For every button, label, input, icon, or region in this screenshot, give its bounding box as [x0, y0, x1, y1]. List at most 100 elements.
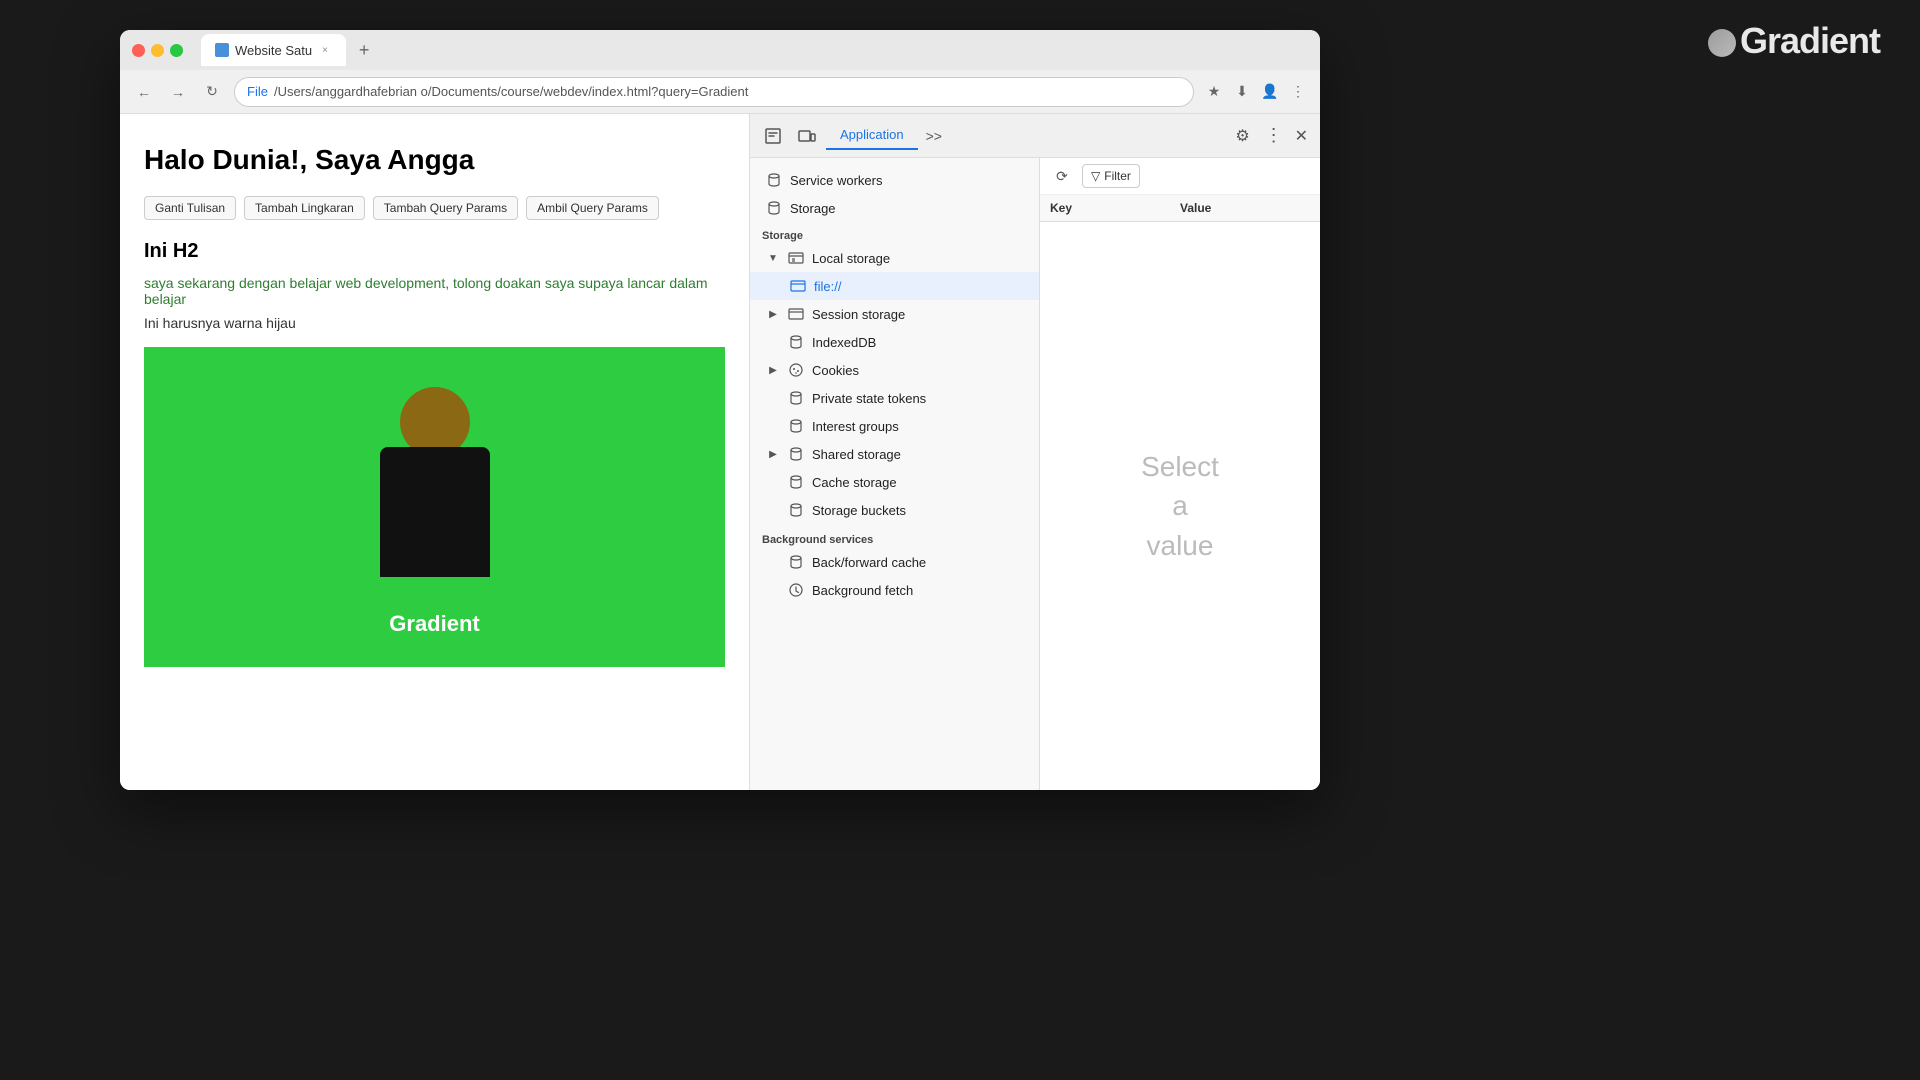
storage-buckets-label: Storage buckets	[812, 503, 906, 518]
new-tab-button[interactable]: +	[350, 36, 378, 64]
sidebar-item-session-storage[interactable]: Session storage	[750, 300, 1039, 328]
storage-buckets-icon	[788, 502, 804, 518]
filter-label: Filter	[1104, 169, 1131, 183]
green-box-gradient-text: Gradient	[389, 611, 479, 637]
sidebar-item-storage-buckets[interactable]: Storage buckets	[750, 496, 1039, 524]
page-black-text: Ini harusnya warna hijau	[144, 315, 725, 331]
sidebar-item-private-state-tokens[interactable]: Private state tokens	[750, 384, 1039, 412]
sidebar-item-local-storage-file[interactable]: file://	[750, 272, 1039, 300]
cookies-expand-arrow[interactable]	[766, 363, 780, 377]
background-fetch-label: Background fetch	[812, 583, 913, 598]
close-traffic-light[interactable]	[132, 44, 145, 57]
storage-top-label: Storage	[790, 201, 836, 216]
traffic-lights	[132, 44, 183, 57]
devtools-panel: Application >> ⚙ ⋮ ✕ Service workers	[750, 114, 1320, 790]
download-icon[interactable]: ⬇	[1232, 82, 1252, 102]
ganti-tulisan-button[interactable]: Ganti Tulisan	[144, 196, 236, 220]
column-key-header: Key	[1050, 201, 1180, 215]
local-storage-file-icon	[790, 278, 806, 294]
devtools-more-tabs-icon[interactable]: >>	[922, 124, 946, 148]
interest-groups-icon	[788, 418, 804, 434]
profile-icon[interactable]: 👤	[1260, 82, 1280, 102]
address-actions: ★ ⬇ 👤 ⋮	[1204, 82, 1308, 102]
indexeddb-icon	[788, 334, 804, 350]
tab-close-button[interactable]: ×	[318, 43, 332, 57]
devtools-responsive-icon[interactable]	[792, 121, 822, 151]
cookies-icon	[788, 362, 804, 378]
sidebar-item-background-fetch[interactable]: Background fetch	[750, 576, 1039, 604]
forward-button[interactable]: →	[166, 80, 190, 104]
bg-services-section-header: Background services	[750, 524, 1039, 548]
tab-title: Website Satu	[235, 43, 312, 58]
sidebar-item-cookies[interactable]: Cookies	[750, 356, 1039, 384]
shared-storage-icon	[788, 446, 804, 462]
url-protocol: File	[247, 84, 268, 99]
devtools-empty-state: Selectavalue	[1040, 222, 1320, 790]
page-h2: Ini H2	[144, 240, 725, 263]
filter-icon: ▽	[1091, 169, 1100, 183]
maximize-traffic-light[interactable]	[170, 44, 183, 57]
bookmark-icon[interactable]: ★	[1204, 82, 1224, 102]
devtools-filter-bar: ⟳ ▽ Filter	[1040, 158, 1320, 195]
sidebar-item-cache-storage[interactable]: Cache storage	[750, 468, 1039, 496]
devtools-header: Application >> ⚙ ⋮ ✕	[750, 114, 1320, 158]
url-path: /Users/anggardhafebrian o/Documents/cour…	[274, 84, 748, 99]
sidebar-item-back-forward-cache[interactable]: Back/forward cache	[750, 548, 1039, 576]
session-storage-expand-arrow[interactable]	[766, 307, 780, 321]
devtools-refresh-button[interactable]: ⟳	[1050, 164, 1074, 188]
menu-icon[interactable]: ⋮	[1288, 82, 1308, 102]
devtools-filter-button[interactable]: ▽ Filter	[1082, 164, 1140, 188]
devtools-sidebar: Service workers Storage Storage	[750, 158, 1040, 790]
tambah-query-params-button[interactable]: Tambah Query Params	[373, 196, 518, 220]
cache-storage-label: Cache storage	[812, 475, 897, 490]
person-body	[380, 447, 490, 577]
cache-storage-icon	[788, 474, 804, 490]
storage-top-icon	[766, 200, 782, 216]
session-storage-icon	[788, 306, 804, 322]
indexeddb-label: IndexedDB	[812, 335, 876, 350]
service-workers-icon	[766, 172, 782, 188]
minimize-traffic-light[interactable]	[151, 44, 164, 57]
back-forward-cache-icon	[788, 554, 804, 570]
green-box: Gradient	[144, 347, 725, 667]
sidebar-item-interest-groups[interactable]: Interest groups	[750, 412, 1039, 440]
browser-tab[interactable]: Website Satu ×	[201, 34, 346, 66]
back-button[interactable]: ←	[132, 80, 156, 104]
storage-section-header: Storage	[750, 222, 1039, 244]
browser-window: Website Satu × + ← → ↻ File /Users/angga…	[120, 30, 1320, 790]
page-green-text: saya sekarang dengan belajar web develop…	[144, 275, 725, 307]
interest-groups-label: Interest groups	[812, 419, 899, 434]
local-storage-expand-arrow[interactable]	[766, 251, 780, 265]
tab-favicon	[215, 43, 229, 57]
background-fetch-icon	[788, 582, 804, 598]
sidebar-item-local-storage[interactable]: Local storage	[750, 244, 1039, 272]
sidebar-item-indexeddb[interactable]: IndexedDB	[750, 328, 1039, 356]
devtools-elements-icon[interactable]	[758, 121, 788, 151]
button-row: Ganti Tulisan Tambah Lingkaran Tambah Qu…	[144, 196, 725, 220]
shared-storage-expand-arrow[interactable]	[766, 447, 780, 461]
reload-button[interactable]: ↻	[200, 80, 224, 104]
devtools-more-options-icon[interactable]: ⋮	[1261, 125, 1287, 146]
private-state-tokens-label: Private state tokens	[812, 391, 926, 406]
back-forward-cache-label: Back/forward cache	[812, 555, 926, 570]
gradient-watermark: Gradient	[1708, 20, 1880, 62]
ambil-query-params-button[interactable]: Ambil Query Params	[526, 196, 659, 220]
url-bar[interactable]: File /Users/anggardhafebrian o/Documents…	[234, 77, 1194, 107]
tambah-lingkaran-button[interactable]: Tambah Lingkaran	[244, 196, 365, 220]
private-state-tokens-icon	[788, 390, 804, 406]
service-workers-label: Service workers	[790, 173, 882, 188]
select-value-text: Selectavalue	[1141, 447, 1219, 565]
session-storage-label: Session storage	[812, 307, 905, 322]
devtools-close-button[interactable]: ✕	[1291, 126, 1312, 146]
address-bar: ← → ↻ File /Users/anggardhafebrian o/Doc…	[120, 70, 1320, 114]
sidebar-item-service-workers[interactable]: Service workers	[750, 166, 1039, 194]
devtools-application-tab[interactable]: Application	[826, 121, 918, 150]
devtools-main-panel: ⟳ ▽ Filter Key Value Select	[1040, 158, 1320, 790]
devtools-settings-icon[interactable]: ⚙	[1229, 122, 1257, 150]
sidebar-item-shared-storage[interactable]: Shared storage	[750, 440, 1039, 468]
page-main-title: Halo Dunia!, Saya Angga	[144, 144, 725, 176]
tab-bar: Website Satu × +	[201, 34, 1308, 66]
local-storage-icon	[788, 250, 804, 266]
column-value-header: Value	[1180, 201, 1310, 215]
sidebar-item-storage-top[interactable]: Storage	[750, 194, 1039, 222]
